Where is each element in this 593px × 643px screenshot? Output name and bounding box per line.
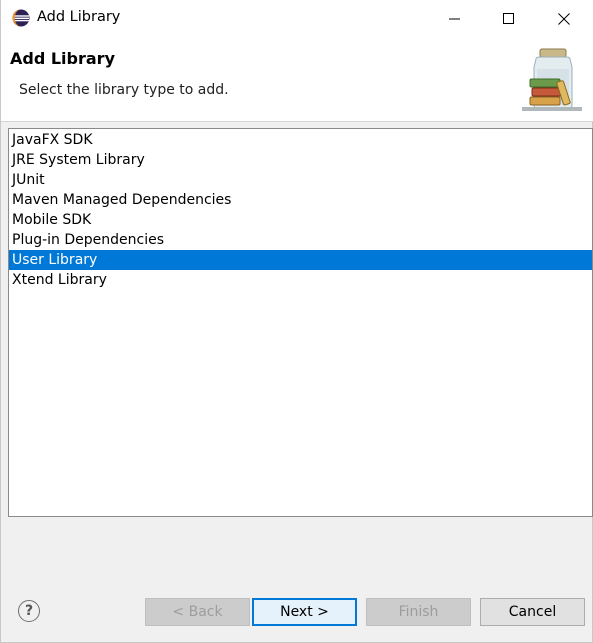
list-item[interactable]: JRE System Library [9,150,592,170]
list-item[interactable]: Mobile SDK [9,210,592,230]
finish-button[interactable]: Finish [366,598,471,626]
minimize-icon [449,18,460,19]
wizard-header: Add Library Select the library type to a… [1,37,593,122]
library-type-list[interactable]: JavaFX SDK JRE System Library JUnit Maven M… [8,128,593,517]
list-item[interactable]: JUnit [9,170,592,190]
window-title: Add Library [37,9,121,25]
eclipse-icon [12,9,30,27]
list-item[interactable]: JavaFX SDK [9,130,592,150]
list-item[interactable]: Maven Managed Dependencies [9,190,592,210]
add-library-dialog: Add Library Add Library Select the libra… [0,0,593,643]
next-button[interactable]: Next > [252,598,357,626]
list-item[interactable]: Plug-in Dependencies [9,230,592,250]
page-title: Add Library [10,49,115,68]
list-item[interactable]: User Library [9,250,592,270]
close-icon [558,12,570,25]
back-button[interactable]: < Back [145,598,250,626]
title-bar[interactable]: Add Library [1,0,593,37]
minimize-button[interactable] [432,0,478,37]
help-icon: ? [24,603,34,619]
help-button[interactable]: ? [18,600,40,622]
close-button[interactable] [541,0,587,37]
maximize-icon [503,12,514,24]
library-jar-icon [522,48,582,111]
page-description: Select the library type to add. [19,82,229,98]
list-item[interactable]: Xtend Library [9,270,592,290]
maximize-button[interactable] [486,0,532,37]
cancel-button[interactable]: Cancel [480,598,585,626]
